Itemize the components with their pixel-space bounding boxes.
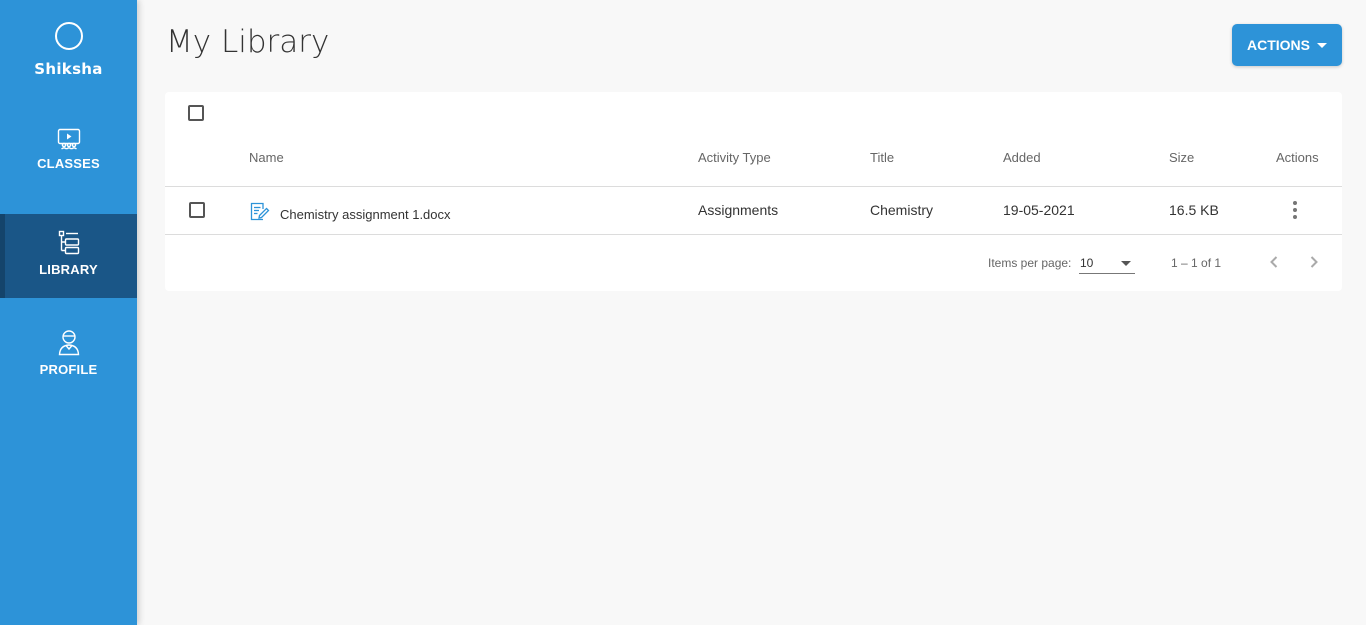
column-header-name[interactable]: Name (249, 150, 284, 165)
dropdown-arrow-icon (1121, 261, 1131, 266)
header-divider (165, 186, 1342, 187)
row-title: Chemistry (870, 202, 934, 218)
document-edit-icon (249, 201, 270, 227)
column-header-added[interactable]: Added (1003, 150, 1041, 165)
sidebar-item-label: PROFILE (39, 362, 98, 377)
actions-button[interactable]: ACTIONS (1232, 24, 1342, 66)
row-size: 16.5 KB (1169, 202, 1219, 218)
items-per-page-label: Items per page: (988, 256, 1072, 270)
caret-down-icon (1317, 42, 1327, 48)
sidebar-item-label: CLASSES (37, 156, 100, 171)
profile-icon (57, 328, 81, 356)
column-header-size[interactable]: Size (1169, 150, 1194, 165)
row-file-name[interactable]: Chemistry assignment 1.docx (280, 207, 451, 222)
brand-name: Shiksha (34, 60, 103, 78)
actions-button-label: ACTIONS (1247, 37, 1310, 53)
table-toolbar (165, 92, 1342, 128)
select-all-checkbox[interactable] (188, 105, 204, 121)
logo-circle-icon (54, 22, 83, 50)
sidebar-item-label: LIBRARY (39, 262, 98, 277)
column-header-title[interactable]: Title (870, 150, 894, 165)
sidebar-item-profile[interactable]: PROFILE (0, 328, 137, 398)
row-more-options-icon[interactable] (1290, 201, 1300, 219)
page-title: My Library (166, 24, 330, 60)
items-per-page-select[interactable]: 10 (1079, 252, 1135, 274)
sidebar-item-classes[interactable]: CLASSES (0, 128, 137, 198)
previous-page-icon[interactable] (1266, 254, 1282, 270)
sidebar: Shiksha CLASSES LIBRARY PROFILE (0, 0, 137, 625)
next-page-icon[interactable] (1306, 254, 1322, 270)
items-per-page-value: 10 (1080, 256, 1094, 270)
row-activity-type: Assignments (698, 202, 779, 218)
classes-icon (57, 128, 81, 150)
library-icon (58, 230, 80, 256)
row-checkbox[interactable] (189, 202, 205, 218)
row-added: 19-05-2021 (1003, 202, 1075, 218)
column-header-activity-type[interactable]: Activity Type (698, 150, 771, 165)
sidebar-item-library[interactable]: LIBRARY (0, 214, 137, 298)
column-header-actions: Actions (1276, 150, 1319, 165)
pagination-range: 1 – 1 of 1 (1171, 256, 1222, 270)
row-divider (165, 234, 1342, 235)
brand-logo[interactable]: Shiksha (0, 22, 137, 78)
